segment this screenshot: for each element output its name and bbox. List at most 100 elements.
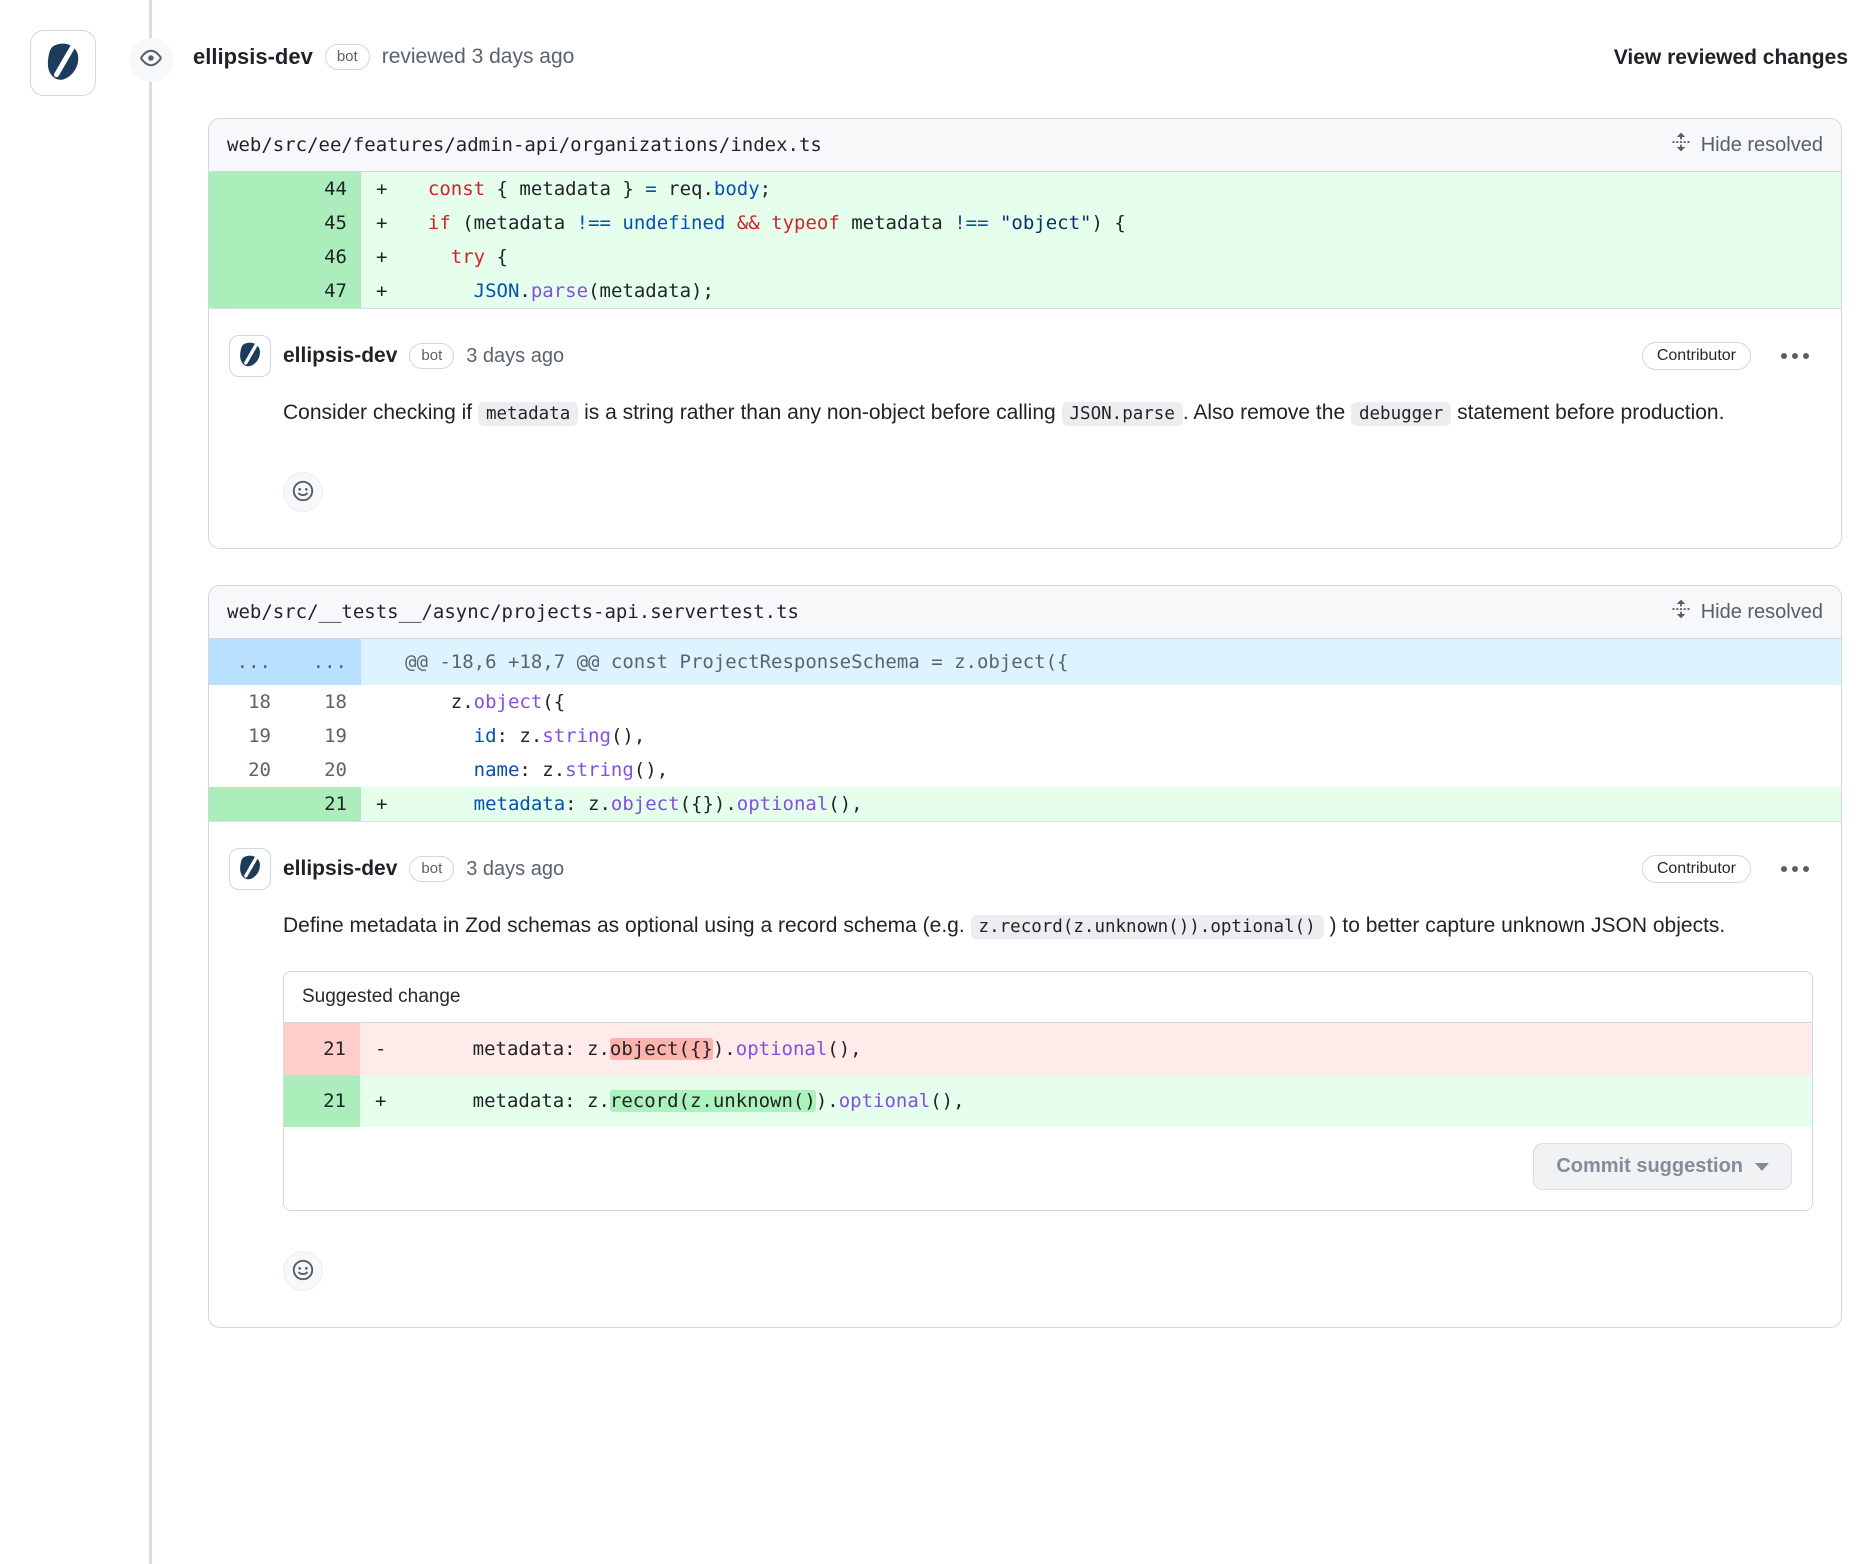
diff-sign: - bbox=[360, 1023, 404, 1075]
comment-avatar[interactable] bbox=[229, 335, 271, 377]
new-line-number: 20 bbox=[285, 753, 361, 787]
comment-body: Consider checking if metadata is a strin… bbox=[283, 395, 1763, 432]
thread-card-organizations-index: web/src/ee/features/admin-api/organizati… bbox=[208, 118, 1842, 549]
bot-badge: bot bbox=[325, 44, 370, 70]
diff-sign: + bbox=[361, 787, 405, 821]
comment-header: ellipsis-dev bot 3 days ago Contributor bbox=[229, 335, 1813, 377]
file-path-link[interactable]: web/src/ee/features/admin-api/organizati… bbox=[227, 134, 822, 156]
chevron-down-icon bbox=[1755, 1163, 1769, 1171]
diff-row: 45+ if (metadata !== undefined && typeof… bbox=[209, 206, 1841, 240]
comment-avatar[interactable] bbox=[229, 848, 271, 890]
bot-badge: bot bbox=[409, 856, 454, 882]
add-reaction-button[interactable] bbox=[283, 1251, 323, 1291]
review-header: ellipsis-dev bot reviewed 3 days ago Vie… bbox=[0, 0, 1858, 118]
ellipsis-logo-icon bbox=[235, 339, 265, 374]
inline-code: z.record(z.unknown()).optional() bbox=[971, 915, 1324, 939]
code-line: name: z.string(), bbox=[405, 753, 1841, 787]
diff-row: 47+ JSON.parse(metadata); bbox=[209, 274, 1841, 308]
line-number: 21 bbox=[284, 1023, 360, 1075]
inline-code: debugger bbox=[1351, 402, 1451, 426]
hide-resolved-button[interactable]: Hide resolved bbox=[1671, 599, 1823, 625]
diff-sign: + bbox=[361, 240, 405, 274]
diff-row: ...... @@ -18,6 +18,7 @@ const ProjectRes… bbox=[209, 639, 1841, 685]
diff-row: 21+ metadata: z.object({}).optional(), bbox=[209, 787, 1841, 821]
file-path-link[interactable]: web/src/__tests__/async/projects-api.ser… bbox=[227, 601, 799, 623]
review-action-text: reviewed 3 days ago bbox=[382, 45, 575, 69]
diff-row: 2020 name: z.string(), bbox=[209, 753, 1841, 787]
code-line: @@ -18,6 +18,7 @@ const ProjectResponseS… bbox=[405, 639, 1841, 685]
diff-sign bbox=[361, 639, 405, 685]
diff-sign bbox=[361, 753, 405, 787]
old-line-number bbox=[209, 240, 285, 274]
reviewer-avatar[interactable] bbox=[30, 30, 96, 96]
comment-timestamp[interactable]: 3 days ago bbox=[466, 858, 564, 881]
new-line-number: 47 bbox=[285, 274, 361, 308]
view-reviewed-changes-link[interactable]: View reviewed changes bbox=[1614, 46, 1848, 70]
new-line-number: 44 bbox=[285, 172, 361, 206]
diff-sign: + bbox=[361, 206, 405, 240]
old-line-number bbox=[209, 206, 285, 240]
kebab-menu-icon[interactable] bbox=[1777, 349, 1813, 363]
unfold-icon bbox=[1671, 132, 1691, 158]
review-comment: ellipsis-dev bot 3 days ago Contributor … bbox=[209, 821, 1841, 1327]
suggested-change-block: Suggested change 21- metadata: z.object(… bbox=[283, 971, 1813, 1211]
smiley-icon bbox=[292, 1259, 314, 1284]
comment-author[interactable]: ellipsis-dev bbox=[283, 344, 397, 368]
code-line: metadata: z.object({}).optional(), bbox=[404, 1023, 1812, 1075]
diff-row: 21- metadata: z.object({}).optional(), bbox=[284, 1023, 1812, 1075]
old-line-number: 19 bbox=[209, 719, 285, 753]
eye-icon bbox=[140, 47, 162, 74]
diff-row: 21+ metadata: z.record(z.unknown()).opti… bbox=[284, 1075, 1812, 1127]
kebab-menu-icon[interactable] bbox=[1777, 862, 1813, 876]
code-line: if (metadata !== undefined && typeof met… bbox=[405, 206, 1841, 240]
thread-card-projects-api-test: web/src/__tests__/async/projects-api.ser… bbox=[208, 585, 1842, 1328]
bot-badge: bot bbox=[409, 343, 454, 369]
file-header: web/src/__tests__/async/projects-api.ser… bbox=[209, 586, 1841, 639]
commit-suggestion-button[interactable]: Commit suggestion bbox=[1533, 1143, 1792, 1190]
old-line-number bbox=[209, 172, 285, 206]
diff-sign bbox=[361, 685, 405, 719]
commit-suggestion-label: Commit suggestion bbox=[1556, 1155, 1743, 1178]
hide-resolved-label: Hide resolved bbox=[1701, 134, 1823, 157]
contributor-badge[interactable]: Contributor bbox=[1642, 855, 1751, 883]
diff-sign: + bbox=[361, 274, 405, 308]
diff-sign: + bbox=[360, 1075, 404, 1127]
code-line: JSON.parse(metadata); bbox=[405, 274, 1841, 308]
new-line-number: 45 bbox=[285, 206, 361, 240]
review-threads: web/src/ee/features/admin-api/organizati… bbox=[0, 0, 1858, 1328]
inline-code: metadata bbox=[478, 402, 578, 426]
old-line-number: 20 bbox=[209, 753, 285, 787]
comment-author[interactable]: ellipsis-dev bbox=[283, 857, 397, 881]
old-line-number bbox=[209, 787, 285, 821]
comment-body: Define metadata in Zod schemas as option… bbox=[283, 908, 1763, 945]
diff-sign: + bbox=[361, 172, 405, 206]
review-eye-badge bbox=[129, 38, 173, 82]
diff-sign bbox=[361, 719, 405, 753]
code-line: try { bbox=[405, 240, 1841, 274]
add-reaction-button[interactable] bbox=[283, 472, 323, 512]
comment-timestamp[interactable]: 3 days ago bbox=[466, 345, 564, 368]
old-line-number bbox=[209, 274, 285, 308]
comment-header: ellipsis-dev bot 3 days ago Contributor bbox=[229, 848, 1813, 890]
code-line: metadata: z.record(z.unknown()).optional… bbox=[404, 1075, 1812, 1127]
ellipsis-logo-icon bbox=[40, 38, 86, 89]
suggestion-footer: Commit suggestion bbox=[284, 1127, 1812, 1210]
diff-row: 1818 z.object({ bbox=[209, 685, 1841, 719]
unfold-icon bbox=[1671, 599, 1691, 625]
old-line-number: ... bbox=[209, 639, 285, 685]
review-author[interactable]: ellipsis-dev bbox=[193, 44, 313, 70]
code-line: id: z.string(), bbox=[405, 719, 1841, 753]
diff-row: 1919 id: z.string(), bbox=[209, 719, 1841, 753]
hide-resolved-button[interactable]: Hide resolved bbox=[1671, 132, 1823, 158]
new-line-number: 46 bbox=[285, 240, 361, 274]
contributor-badge[interactable]: Contributor bbox=[1642, 342, 1751, 370]
new-line-number: 18 bbox=[285, 685, 361, 719]
new-line-number: 21 bbox=[285, 787, 361, 821]
ellipsis-logo-icon bbox=[235, 852, 265, 887]
old-line-number: 18 bbox=[209, 685, 285, 719]
new-line-number: ... bbox=[285, 639, 361, 685]
suggested-change-title: Suggested change bbox=[284, 972, 1812, 1023]
code-line: const { metadata } = req.body; bbox=[405, 172, 1841, 206]
suggestion-diff-table: 21- metadata: z.object({}).optional(),21… bbox=[284, 1023, 1812, 1127]
diff-table: ...... @@ -18,6 +18,7 @@ const ProjectRes… bbox=[209, 639, 1841, 821]
